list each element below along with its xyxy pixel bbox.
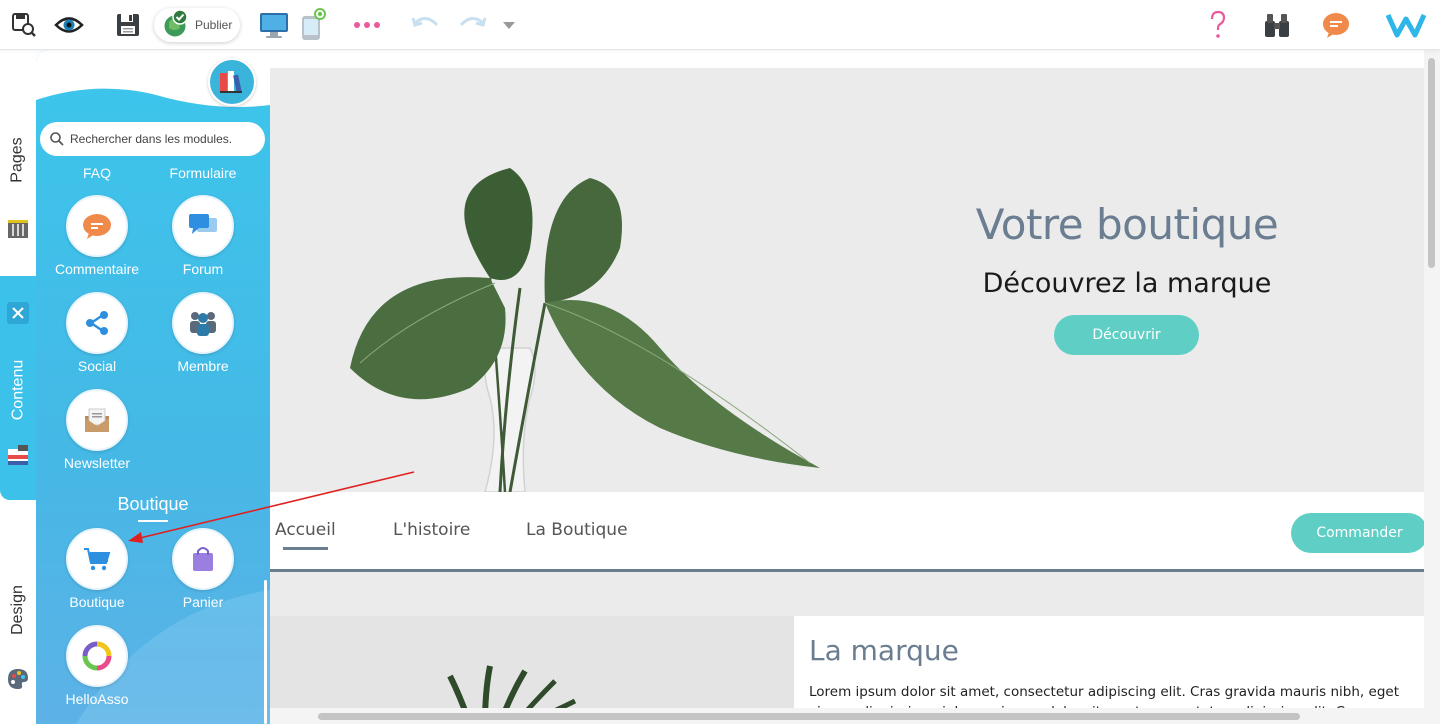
module-search[interactable]	[40, 122, 265, 156]
module-boutique[interactable]: Boutique	[47, 528, 147, 610]
side-tab-rail: Pages Contenu Design	[0, 50, 36, 724]
top-toolbar: Publier	[0, 0, 1440, 50]
tab-pages[interactable]: Pages	[0, 130, 36, 190]
preview-search-icon[interactable]	[8, 9, 40, 41]
members-icon	[190, 312, 216, 336]
order-button[interactable]: Commander	[1291, 513, 1428, 553]
canvas-horizontal-scrollbar[interactable]	[270, 708, 1424, 724]
tab-contenu[interactable]: Contenu	[0, 350, 36, 430]
hero-section: Votre boutique Découvrez la marque Décou…	[270, 68, 1424, 492]
tab-design[interactable]: Design	[0, 580, 36, 640]
save-icon[interactable]	[112, 9, 144, 41]
module-helloasso[interactable]: HelloAsso	[47, 625, 147, 707]
share-icon	[86, 311, 108, 335]
module-membre[interactable]: Membre	[153, 292, 253, 374]
more-icon[interactable]	[351, 9, 383, 41]
discover-button[interactable]: Découvrir	[1054, 315, 1199, 355]
publish-label: Publier	[195, 18, 233, 32]
module-label-formulaire[interactable]: Formulaire	[153, 165, 253, 181]
brand-section: La marque Lorem ipsum dolor sit amet, co…	[270, 572, 1424, 724]
nav-item-accueil[interactable]: Accueil	[275, 520, 336, 540]
vertical-scroll-thumb[interactable]	[1428, 58, 1435, 268]
eye-icon[interactable]	[53, 9, 85, 41]
newsletter-icon	[85, 408, 109, 432]
bag-icon	[193, 547, 213, 571]
publish-button[interactable]: Publier	[154, 8, 240, 42]
nav-item-boutique[interactable]: La Boutique	[526, 520, 628, 540]
mobile-icon[interactable]	[296, 8, 328, 41]
site-canvas: Votre boutique Découvrez la marque Décou…	[270, 50, 1440, 724]
cart-icon	[84, 548, 111, 571]
brand-logo-icon[interactable]	[1384, 9, 1428, 41]
comment-icon	[83, 214, 111, 239]
panel-scrollbar[interactable]	[264, 580, 267, 724]
books-icon	[220, 71, 242, 94]
dropdown-icon[interactable]	[493, 9, 525, 41]
shop-section-title: Boutique	[117, 494, 189, 514]
module-forum[interactable]: Forum	[153, 195, 253, 277]
canvas-vertical-scrollbar[interactable]	[1424, 50, 1440, 724]
redo-icon[interactable]	[456, 9, 488, 41]
helloasso-icon	[82, 641, 112, 671]
brand-title: La marque	[809, 634, 959, 667]
module-panier[interactable]: Panier	[153, 528, 253, 610]
forum-icon	[189, 214, 217, 234]
modules-panel: FAQ Formulaire Commentaire Forum Social …	[36, 50, 270, 724]
undo-icon[interactable]	[410, 9, 442, 41]
search-icon	[50, 132, 64, 146]
close-icon[interactable]	[0, 298, 36, 328]
desktop-icon[interactable]	[258, 9, 290, 41]
module-commentaire[interactable]: Commentaire	[47, 195, 147, 277]
hero-subtitle: Découvrez la marque	[982, 268, 1272, 299]
site-navigation: Accueil L'histoire La Boutique Commander	[270, 492, 1428, 572]
binoculars-icon[interactable]	[1261, 9, 1293, 41]
palette-icon[interactable]	[0, 664, 36, 694]
chat-icon[interactable]	[1320, 9, 1352, 41]
shop-section-underline	[138, 520, 168, 522]
content-icon[interactable]	[0, 440, 36, 470]
help-icon[interactable]	[1202, 9, 1234, 41]
module-label-faq[interactable]: FAQ	[47, 165, 147, 181]
publish-check-icon	[163, 9, 188, 38]
module-social[interactable]: Social	[47, 292, 147, 374]
nav-active-indicator	[283, 547, 328, 550]
search-input[interactable]	[70, 132, 255, 146]
pages-icon[interactable]	[0, 214, 36, 244]
nav-item-histoire[interactable]: L'histoire	[393, 520, 470, 540]
module-newsletter[interactable]: Newsletter	[47, 389, 147, 471]
library-button[interactable]	[208, 58, 256, 106]
plant-image	[350, 168, 820, 492]
horizontal-scroll-thumb[interactable]	[318, 713, 1300, 720]
hero-title: Votre boutique	[975, 200, 1279, 249]
